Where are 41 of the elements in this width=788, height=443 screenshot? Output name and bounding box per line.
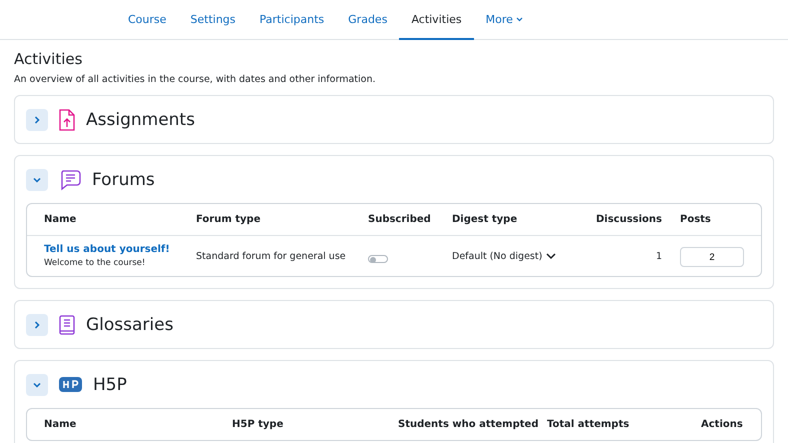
column-header: Forum type	[196, 214, 262, 225]
nav-tab[interactable]: More	[474, 0, 535, 40]
expand-toggle[interactable]	[26, 314, 48, 336]
book-icon	[59, 314, 75, 334]
column-header: Posts	[680, 214, 712, 225]
chevron-right-icon	[32, 114, 42, 124]
table-cell-text: 1	[654, 250, 663, 262]
table-cell-text: Standard forum for general use	[196, 250, 347, 262]
section-title: H5P	[93, 374, 127, 394]
chevron-right-icon	[32, 320, 42, 330]
nav-tab[interactable]: Course	[116, 0, 178, 40]
column-header: Name	[44, 214, 78, 225]
nav-tab[interactable]: Activities	[399, 0, 474, 40]
column-header: Total attempts	[547, 419, 630, 430]
nav-tab[interactable]: Settings	[178, 0, 248, 40]
section-title: Forums	[92, 170, 155, 190]
page-title: Activities	[14, 50, 84, 68]
digest-dropdown[interactable]: Default (No digest)	[452, 250, 556, 262]
column-header: Name	[44, 419, 78, 430]
expand-toggle[interactable]	[26, 374, 48, 396]
column-header: Students who attempted	[398, 419, 540, 430]
column-header: H5P type	[232, 419, 284, 430]
column-header: Subscribed	[368, 214, 432, 225]
section-title: Glossaries	[86, 314, 174, 334]
column-header: Actions	[701, 419, 744, 430]
nav-tab[interactable]: Grades	[336, 0, 400, 40]
nav-tab[interactable]: Participants	[248, 0, 336, 40]
chevron-down-icon	[546, 252, 556, 260]
expand-toggle[interactable]	[26, 168, 48, 190]
column-header: Digest type	[452, 214, 518, 225]
expand-toggle[interactable]	[26, 108, 48, 130]
h5p-logo-icon	[59, 377, 82, 392]
file-upload-icon	[59, 108, 75, 130]
column-header: Discussions	[594, 214, 663, 225]
forum-link[interactable]: Tell us about yourself!	[44, 244, 196, 255]
page-description: An overview of all activities in the course, with dates and other information.	[14, 74, 376, 85]
posts-button[interactable]: 2	[680, 247, 744, 268]
chat-bubble-icon	[59, 168, 81, 190]
forum-intro: Welcome to the course!	[44, 258, 146, 268]
subscribe-toggle[interactable]	[368, 254, 388, 262]
section-title: Assignments	[86, 110, 195, 130]
